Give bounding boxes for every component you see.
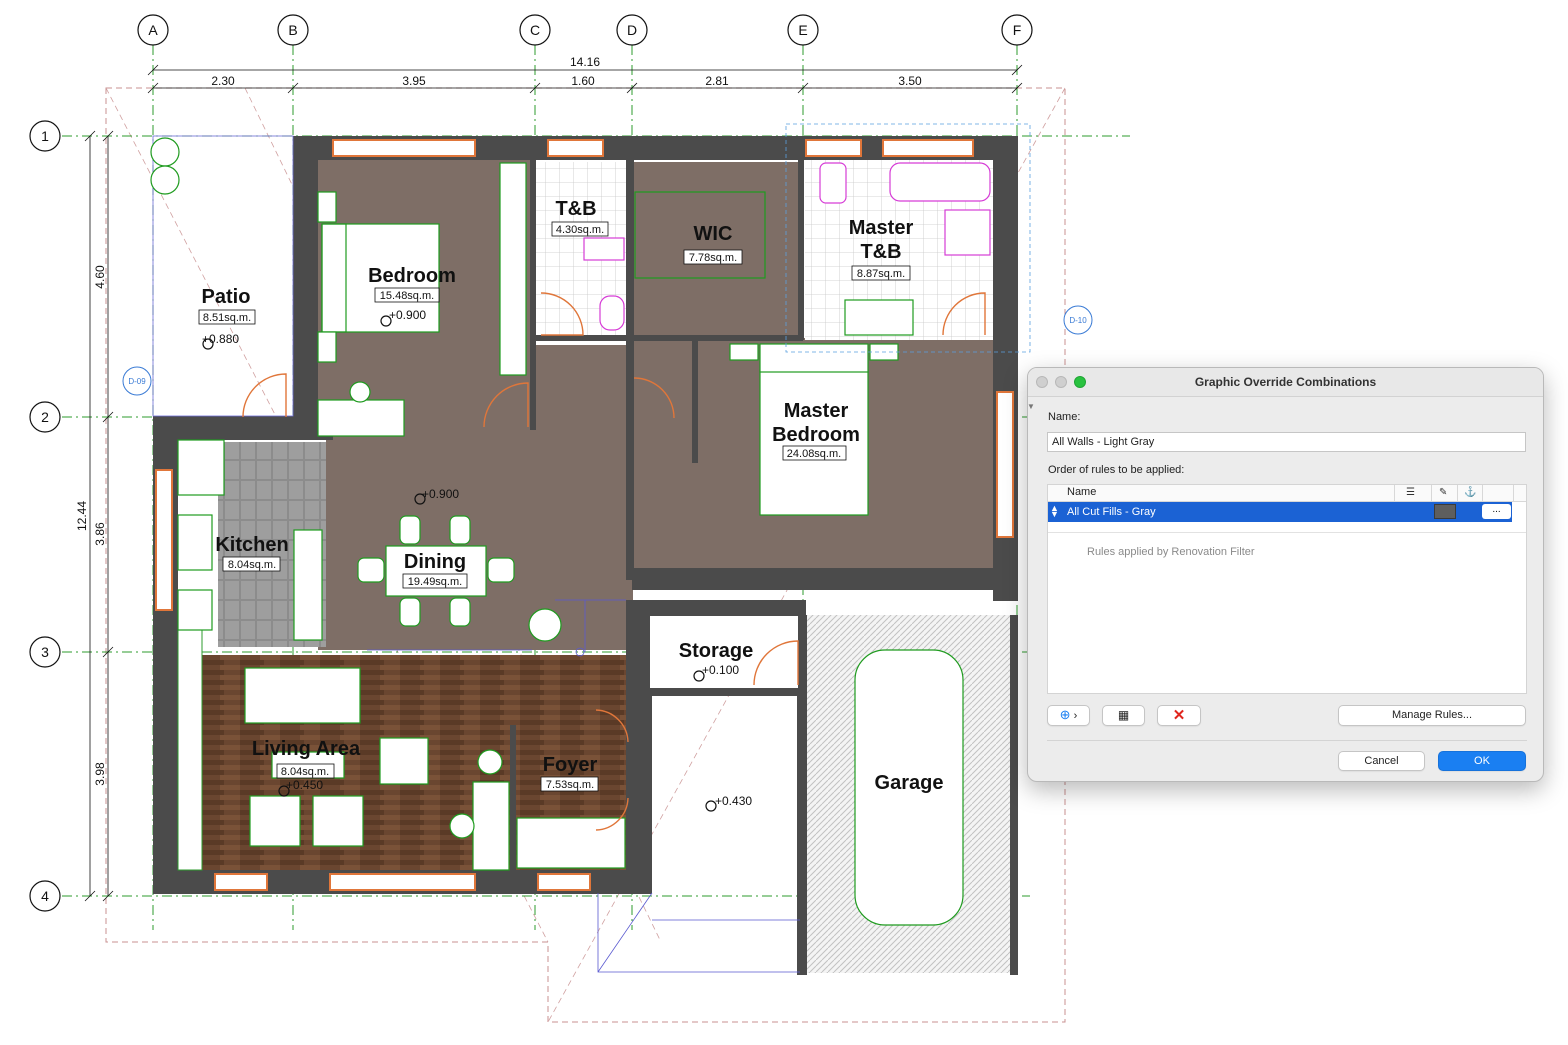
name-label: Name: bbox=[1048, 411, 1081, 423]
svg-text:D: D bbox=[627, 22, 637, 38]
renovation-filter-note: Rules applied by Renovation Filter bbox=[1087, 546, 1255, 558]
reorder-handle-icon[interactable]: ▲ ▼ bbox=[1050, 504, 1059, 519]
combination-name-input[interactable] bbox=[1047, 432, 1526, 452]
svg-text:1.60: 1.60 bbox=[571, 74, 595, 88]
collapse-arrow-icon[interactable]: ▼ bbox=[1028, 402, 1035, 411]
order-label: Order of rules to be applied: bbox=[1048, 464, 1185, 476]
rule-name: All Cut Fills - Gray bbox=[1067, 506, 1156, 518]
door-tag-d10: D-10 bbox=[1069, 316, 1087, 325]
rule-more-button[interactable]: ... bbox=[1482, 504, 1511, 519]
svg-text:1: 1 bbox=[41, 128, 49, 144]
svg-text:8.51sq.m.: 8.51sq.m. bbox=[203, 312, 251, 324]
chevron-right-icon: › bbox=[1073, 710, 1078, 722]
svg-text:2: 2 bbox=[41, 409, 49, 425]
dialog-title: Graphic Override Combinations bbox=[1194, 375, 1377, 389]
add-icon: ⊕ bbox=[1059, 707, 1071, 722]
svg-text:+0.430: +0.430 bbox=[715, 794, 752, 808]
svg-text:3.95: 3.95 bbox=[402, 74, 426, 88]
room-name-master-bedroom-1: Master bbox=[784, 400, 849, 422]
room-name-wic: WIC bbox=[694, 223, 733, 245]
svg-text:A: A bbox=[148, 22, 158, 38]
ok-button[interactable]: OK bbox=[1438, 751, 1526, 771]
svg-text:15.48sq.m.: 15.48sq.m. bbox=[380, 290, 434, 302]
svg-text:3.50: 3.50 bbox=[898, 74, 922, 88]
svg-text:4.30sq.m.: 4.30sq.m. bbox=[556, 224, 604, 236]
rule-row-selected[interactable]: ▲ ▼ All Cut Fills - Gray ... bbox=[1048, 502, 1512, 522]
svg-text:B: B bbox=[288, 22, 297, 38]
room-name-foyer: Foyer bbox=[543, 754, 598, 776]
room-name-master-tb-2: T&B bbox=[860, 241, 901, 263]
svg-text:+0.900: +0.900 bbox=[389, 308, 426, 322]
room-name-patio: Patio bbox=[202, 286, 251, 308]
svg-text:+0.900: +0.900 bbox=[422, 487, 459, 501]
svg-text:8.04sq.m.: 8.04sq.m. bbox=[281, 766, 329, 778]
rules-table: Name ☰ ✎ ⚓ ▲ ▼ All Cut Fills - Gray ... R… bbox=[1047, 484, 1527, 694]
room-name-master-tb-1: Master bbox=[849, 217, 914, 239]
svg-text:E: E bbox=[798, 22, 807, 38]
room-name-dining: Dining bbox=[404, 551, 466, 573]
room-name-garage: Garage bbox=[875, 772, 944, 794]
svg-text:7.53sq.m.: 7.53sq.m. bbox=[546, 779, 594, 791]
svg-text:2.81: 2.81 bbox=[705, 74, 729, 88]
svg-text:2.30: 2.30 bbox=[211, 74, 235, 88]
svg-text:3.98: 3.98 bbox=[93, 762, 107, 786]
svg-text:19.49sq.m.: 19.49sq.m. bbox=[408, 576, 462, 588]
room-name-kitchen: Kitchen bbox=[215, 534, 288, 556]
delete-icon: ✕ bbox=[1172, 707, 1186, 724]
rule-color-swatch[interactable] bbox=[1434, 504, 1456, 519]
room-name-storage: Storage bbox=[679, 640, 753, 662]
surface-override-icon: ⚓ bbox=[1464, 487, 1477, 498]
graphic-override-combinations-dialog: Graphic Override Combinations ▼ Name: Or… bbox=[1027, 367, 1544, 782]
svg-text:3.86: 3.86 bbox=[93, 522, 107, 546]
svg-text:3: 3 bbox=[41, 644, 49, 660]
svg-text:C: C bbox=[530, 22, 540, 38]
svg-text:14.16: 14.16 bbox=[570, 55, 600, 69]
room-name-living-area: Living Area bbox=[252, 738, 361, 760]
svg-text:4: 4 bbox=[41, 888, 49, 904]
column-header-name[interactable]: Name bbox=[1067, 486, 1096, 498]
svg-text:+0.100: +0.100 bbox=[702, 663, 739, 677]
cancel-button[interactable]: Cancel bbox=[1338, 751, 1425, 771]
svg-text:4.60: 4.60 bbox=[93, 265, 107, 289]
room-name-bedroom: Bedroom bbox=[368, 265, 456, 287]
room-name-tb: T&B bbox=[555, 198, 596, 220]
door-tag-d09: D-09 bbox=[128, 377, 146, 386]
dialog-titlebar[interactable]: Graphic Override Combinations bbox=[1028, 368, 1543, 397]
svg-text:+0.450: +0.450 bbox=[286, 778, 323, 792]
pen-override-icon: ✎ bbox=[1439, 487, 1448, 498]
svg-text:F: F bbox=[1013, 22, 1022, 38]
svg-text:8.87sq.m.: 8.87sq.m. bbox=[857, 268, 905, 280]
delete-rule-button[interactable]: ✕ bbox=[1157, 705, 1201, 726]
svg-text:7.78sq.m.: 7.78sq.m. bbox=[689, 252, 737, 264]
svg-text:8.04sq.m.: 8.04sq.m. bbox=[228, 559, 276, 571]
import-rule-button[interactable]: ▦ bbox=[1102, 705, 1145, 726]
svg-text:12.44: 12.44 bbox=[75, 501, 89, 531]
rules-table-header: Name ☰ ✎ ⚓ bbox=[1048, 485, 1526, 502]
import-rule-icon: ▦ bbox=[1117, 708, 1130, 722]
fill-override-icon: ☰ bbox=[1406, 487, 1415, 498]
room-name-master-bedroom-2: Bedroom bbox=[772, 424, 860, 446]
add-rule-button[interactable]: ⊕ › bbox=[1047, 705, 1090, 726]
svg-text:24.08sq.m.: 24.08sq.m. bbox=[787, 448, 841, 460]
manage-rules-button[interactable]: Manage Rules... bbox=[1338, 705, 1526, 726]
